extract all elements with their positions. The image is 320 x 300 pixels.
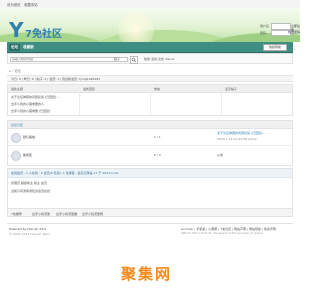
footer: Powered by Discuz! X3.5 © 2001-2024 Disc… xyxy=(7,223,293,238)
set-homepage-link[interactable]: 设为首页 xyxy=(7,2,21,7)
legend-mod: 版主 xyxy=(33,181,40,185)
header-banner: Y 7免社区 用户名 密码 立即注册 找回密码 xyxy=(0,8,300,42)
breadcrumb: ⌂ › 论坛 xyxy=(9,69,21,73)
site-logo-text[interactable]: 7免社区 xyxy=(25,25,62,40)
legend-member: 会员 xyxy=(40,181,47,185)
hot-search-label: 热搜 xyxy=(144,57,151,61)
column-latest-replies[interactable]: 最新回复 xyxy=(83,87,95,91)
legend-admin: 管理员 xyxy=(11,181,21,185)
search-button[interactable] xyxy=(130,56,138,64)
forum-stats-bar: 今日: 0 | 昨日: 0 | 帖子: 2 | 会员: 1 | 欢迎新会员: t… xyxy=(7,75,293,82)
column-latest-threads[interactable]: 最新主题 xyxy=(11,87,23,91)
forum-stats: 今日: 0 | 昨日: 0 | 帖子: 2 | 会员: 1 | 欢迎新会员: t… xyxy=(11,77,101,82)
footer-links[interactable]: Archiver | 手机版 | 小黑屋 | 7免社区 | 网站声明 | 网站导… xyxy=(181,227,276,231)
forum-last-post-date: 2024-1-16 01:43:56 admin xyxy=(217,137,258,141)
breadcrumb-forum[interactable]: 论坛 xyxy=(14,69,20,73)
forum-count: 1 / 1 xyxy=(154,135,161,139)
hot-search-item[interactable]: discuz xyxy=(165,57,174,61)
friend-link[interactable]: 出手小钱流量赚 xyxy=(56,212,77,216)
password-label: 密码 xyxy=(260,30,267,35)
row-divider xyxy=(8,145,292,146)
forum-icon[interactable] xyxy=(11,151,21,161)
forum-icon[interactable] xyxy=(11,133,21,143)
online-members: 在线会员 - 1 人在线 - 0 会员(0 隐身), 1 位游客 - 最高记录是… xyxy=(7,168,293,212)
nav-item-forum[interactable]: 论坛 xyxy=(9,43,21,51)
search-bar: 帖子 热搜 活动 交友 discuz xyxy=(7,53,293,64)
hot-search-item[interactable]: 活动 xyxy=(151,57,157,61)
quick-nav-button[interactable]: 快捷导航 xyxy=(263,44,287,51)
online-legend: 管理员 超级版主 版主 会员 xyxy=(11,181,47,185)
search-scope-select[interactable]: 帖子 xyxy=(114,57,120,61)
home-icon[interactable]: ⌂ xyxy=(9,69,11,73)
username-label: 用户名 xyxy=(260,24,270,28)
section-header: 论坛分区 xyxy=(8,121,292,129)
table-row[interactable]: 出手小钱的心理重要 [已回复] xyxy=(11,109,50,113)
portal-table: 最新主题 最新回复 热帖 爱乎帖子 关于论坛弹幕的问题反馈 [已回复] ... … xyxy=(7,84,293,116)
table-row[interactable]: 出手小钱的心理重要的人 xyxy=(11,102,44,106)
column-divider xyxy=(150,85,151,115)
powered-by[interactable]: Powered by Discuz! X3.5 xyxy=(9,227,46,231)
footer-time: GMT+8, 2024-1-16 01:43 , Processed in 0.… xyxy=(181,232,265,235)
forum-last-post: 从未 xyxy=(217,153,224,157)
online-header: 在线会员 - 1 人在线 - 0 会员(0 隐身), 1 位游客 - 最高记录是… xyxy=(8,169,292,178)
forum-name[interactable]: 版务区 xyxy=(23,153,32,157)
site-logo-mark[interactable]: Y xyxy=(9,18,23,42)
search-icon xyxy=(131,57,137,63)
forum-section: 论坛分区 默认版块 1 / 1 关于论坛弹幕的问题反馈 [已回复]... 202… xyxy=(7,120,293,166)
sun-glow xyxy=(118,12,154,42)
online-status: 当前只有游客或隐身会员在线 xyxy=(11,189,51,193)
legend-super-mod: 超级版主 xyxy=(20,181,33,185)
hot-search-item[interactable]: 交友 xyxy=(158,57,164,61)
find-password-link[interactable]: 找回密码 xyxy=(288,30,300,34)
online-title[interactable]: 在线会员 - 1 人在线 - 0 会员(0 隐身), 1 位游客 - 最高记录是… xyxy=(11,171,119,175)
forum-count: 0 / 0 xyxy=(154,153,161,157)
search-input[interactable] xyxy=(10,56,128,62)
watermark: 聚集网 xyxy=(121,265,173,283)
friend-links: 7免推荐 出手小钱流量 出手小钱流量赚 出手小钱流量网 xyxy=(7,208,293,217)
section-title[interactable]: 论坛分区 xyxy=(11,123,23,127)
column-divider xyxy=(79,85,80,115)
bookmark-link[interactable]: 收藏本站 xyxy=(24,2,38,7)
column-divider xyxy=(221,85,222,115)
main-nav: 论坛 收藏版 快捷导航 xyxy=(7,42,293,53)
forum-name[interactable]: 默认版块 xyxy=(23,135,35,139)
friend-link[interactable]: 出手小钱流量网 xyxy=(82,212,103,216)
friend-link[interactable]: 出手小钱流量 xyxy=(32,212,50,216)
column-hot-threads[interactable]: 热帖 xyxy=(154,87,160,91)
column-favored-threads[interactable]: 爱乎帖子 xyxy=(225,87,237,91)
friend-links-label: 7免推荐 xyxy=(11,211,22,216)
forum-last-post[interactable]: 关于论坛弹幕的问题反馈 [已回复]... xyxy=(217,131,265,135)
table-row[interactable]: 关于论坛弹幕的问题反馈 [已回复] ... xyxy=(11,95,60,99)
nav-item-favorites[interactable]: 收藏版 xyxy=(23,45,34,50)
copyright: © 2001-2024 Discuz! Team. xyxy=(9,232,52,236)
